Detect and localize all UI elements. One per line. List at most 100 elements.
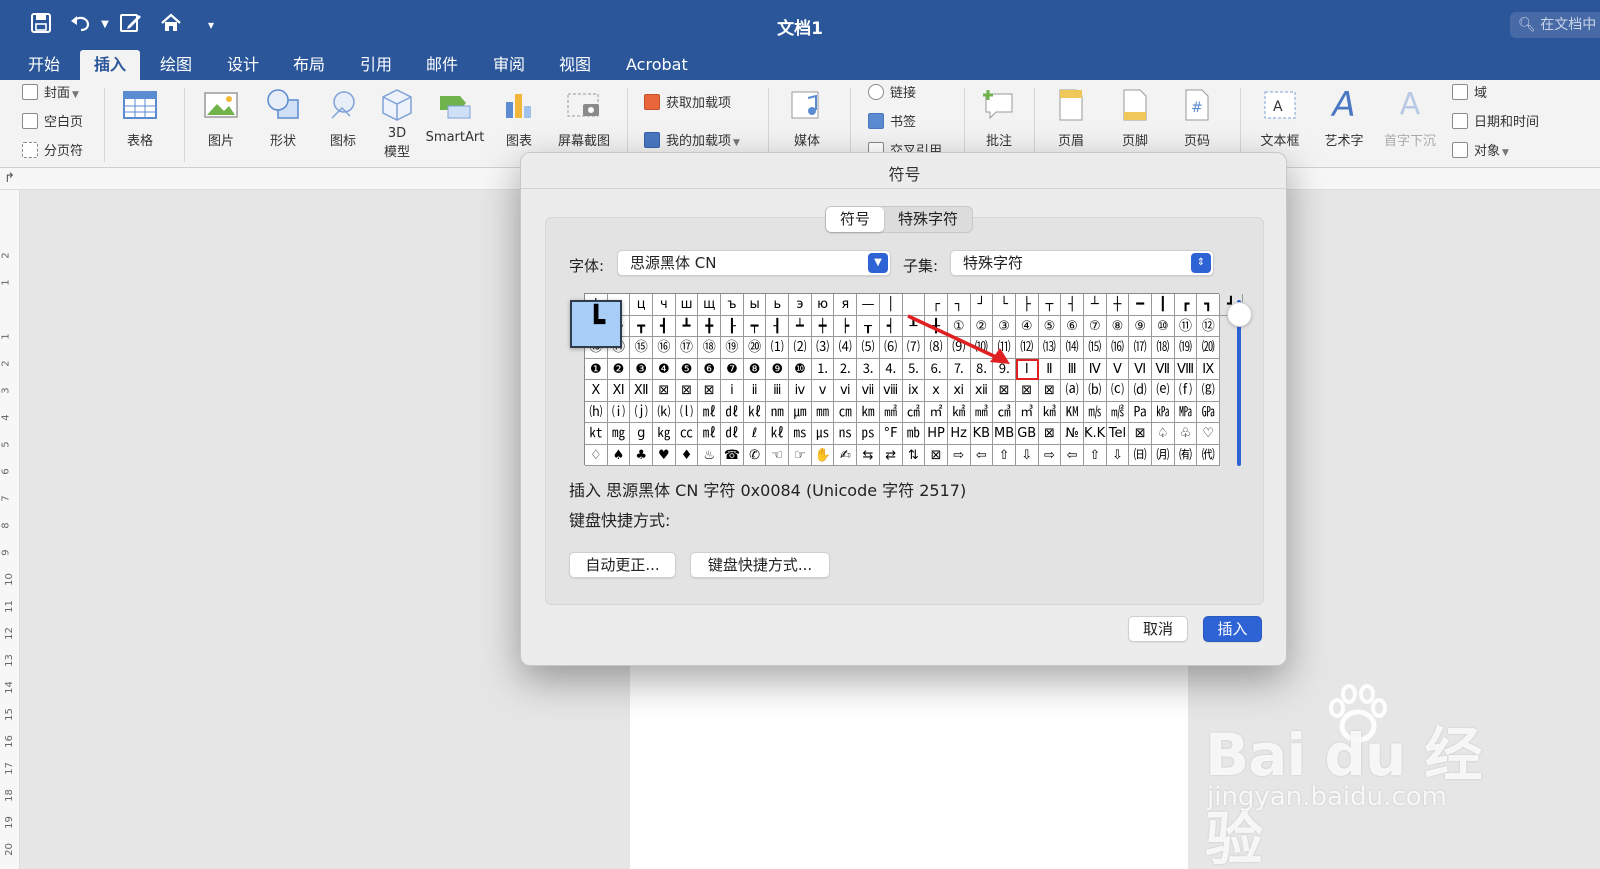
symbol-cell[interactable]: GB	[1015, 423, 1039, 445]
tab-home[interactable]: 开始	[14, 50, 74, 80]
symbol-cell[interactable]: №	[1061, 423, 1084, 445]
symbol-cell[interactable]: ⊠	[1038, 423, 1062, 445]
symbol-cell[interactable]: ⅵ	[834, 380, 858, 402]
symbol-cell[interactable]: ⑯	[653, 337, 676, 359]
symbol-cell[interactable]: ⑷	[834, 337, 858, 359]
symbol-cell[interactable]: ⅺ	[947, 380, 971, 402]
insert-button[interactable]: 插入	[1203, 616, 1262, 642]
symbol-cell[interactable]: ㎗	[721, 401, 744, 423]
symbol-cell[interactable]: ⑫	[1197, 315, 1221, 337]
symbol-cell[interactable]: ⒧	[675, 401, 699, 423]
symbol-cell[interactable]: ♡	[1197, 423, 1221, 445]
symbol-cell[interactable]: ⅹ	[925, 380, 948, 402]
tab-mailings[interactable]: 邮件	[412, 50, 472, 80]
symbol-cell[interactable]: ⒝	[1083, 380, 1107, 402]
symbol-cell[interactable]: ☜	[766, 444, 790, 466]
symbol-cell[interactable]: ⅻ	[970, 380, 994, 402]
symbol-cell[interactable]: ┰	[857, 315, 880, 337]
symbol-cell[interactable]: ㎫	[1174, 401, 1198, 423]
symbol-cell[interactable]: ⇦	[970, 444, 994, 466]
cover-page-button[interactable]: 封面 ▼	[22, 84, 79, 104]
symbol-cell[interactable]: ⑮	[630, 337, 654, 359]
symbol-cell[interactable]: щ	[698, 294, 722, 316]
symbol-cell[interactable]: ㎚	[766, 401, 790, 423]
symbol-cell[interactable]: ❿	[789, 358, 812, 380]
symbol-cell[interactable]: Ⅲ	[1061, 358, 1084, 380]
symbol-cell[interactable]: ⊠	[925, 444, 948, 466]
comment-button[interactable]: 批注	[974, 86, 1024, 149]
symbol-cell[interactable]: ┤	[1061, 294, 1084, 316]
symbol-cell[interactable]: ⅳ	[789, 380, 812, 402]
symbol-cell[interactable]: ℓ	[743, 423, 767, 445]
symbol-cell[interactable]: ⇧	[1083, 444, 1107, 466]
symbol-cell[interactable]: ⑰	[675, 337, 699, 359]
symbol-cell[interactable]: ㎎	[607, 423, 631, 445]
symbol-cell[interactable]: ㎝	[834, 401, 858, 423]
symbol-cell[interactable]: ⒇	[1197, 337, 1221, 359]
symbol-cell[interactable]: ⇨	[947, 444, 971, 466]
symbol-cell[interactable]: ㏏	[585, 423, 608, 445]
symbol-cell[interactable]: ч	[653, 294, 676, 316]
wordart-button[interactable]: A 艺术字	[1318, 86, 1370, 149]
symbol-cell[interactable]: ┬	[1038, 294, 1062, 316]
symbol-cell[interactable]: ⅲ	[766, 380, 790, 402]
page-number-button[interactable]: # 页码	[1172, 86, 1222, 149]
symbol-cell[interactable]: ⇨	[1038, 444, 1062, 466]
bookmark-button[interactable]: 书签	[868, 113, 916, 133]
symbol-cell[interactable]: ㎲	[811, 423, 835, 445]
link-button[interactable]: 链接	[868, 84, 916, 104]
symbol-cell[interactable]: ⒠	[1152, 380, 1175, 402]
symbol-cell[interactable]: ┫	[653, 315, 676, 337]
symbol-cell[interactable]: ㎢	[947, 401, 971, 423]
symbol-cell[interactable]: ⅷ	[879, 380, 903, 402]
symbol-cell[interactable]: KB	[970, 423, 994, 445]
symbol-cell[interactable]: ⑨	[1129, 315, 1152, 337]
3d-models-button[interactable]: 3D 模型	[374, 86, 420, 160]
symbol-cell[interactable]: Ⅺ	[607, 380, 631, 402]
symbol-cell[interactable]: ㎦	[1038, 401, 1062, 423]
shapes-button[interactable]: 形状	[258, 86, 308, 149]
symbol-cell[interactable]: ⊠	[653, 380, 676, 402]
symbol-cell[interactable]: ⑱	[698, 337, 722, 359]
page-break-button[interactable]: 分页符	[22, 142, 83, 162]
symbol-cell[interactable]: ┯	[743, 315, 767, 337]
textbox-button[interactable]: A 文本框	[1254, 86, 1306, 149]
symbol-cell[interactable]: ㎗	[721, 423, 744, 445]
symbol-cell[interactable]: ⒡	[1174, 380, 1198, 402]
symbol-cell[interactable]: g	[630, 423, 654, 445]
symbol-cell[interactable]: ㎏	[653, 423, 676, 445]
symbol-cell[interactable]: ┃	[1152, 294, 1175, 316]
symbol-cell[interactable]: ⒥	[630, 401, 654, 423]
symbol-cell[interactable]: ⊠	[1038, 380, 1062, 402]
tab-review[interactable]: 审阅	[479, 50, 539, 80]
symbol-cell[interactable]: ⊠	[675, 380, 699, 402]
symbol-cell[interactable]: ㈪	[1152, 444, 1175, 466]
blank-page-button[interactable]: 空白页	[22, 113, 83, 133]
chart-button[interactable]: 图表	[494, 86, 544, 149]
symbol-cell[interactable]: ⒁	[1061, 337, 1084, 359]
document-page[interactable]	[630, 650, 1188, 869]
symbol-cell[interactable]: ✆	[743, 444, 767, 466]
object-button[interactable]: 对象 ▼	[1452, 142, 1509, 162]
symbol-cell[interactable]: ⑤	[1038, 315, 1062, 337]
symbol-cell[interactable]: ┳	[630, 315, 654, 337]
symbol-cell[interactable]: ⅸ	[902, 380, 926, 402]
media-button[interactable]: 媒体	[782, 86, 832, 149]
symbol-cell[interactable]: ⑦	[1083, 315, 1107, 337]
symbol-cell[interactable]: ⑩	[1152, 315, 1175, 337]
shortcut-key-button[interactable]: 键盘快捷方式...	[690, 552, 830, 578]
symbol-cell[interactable]: ⇩	[1106, 444, 1130, 466]
symbol-cell[interactable]: ㎛	[789, 401, 812, 423]
symbol-cell[interactable]: ┝	[834, 315, 858, 337]
symbol-cell[interactable]: ю	[811, 294, 835, 316]
date-time-button[interactable]: 日期和时间	[1452, 113, 1539, 133]
symbol-cell[interactable]: ⇄	[879, 444, 903, 466]
symbol-cell[interactable]: ㎖	[698, 401, 722, 423]
symbol-cell[interactable]: ⑶	[811, 337, 835, 359]
symbol-cell[interactable]: Ⅸ	[1197, 358, 1221, 380]
symbol-cell[interactable]: ㎱	[834, 423, 858, 445]
symbol-cell[interactable]: ㎤	[993, 401, 1016, 423]
symbol-cell[interactable]: ⇅	[902, 444, 926, 466]
symbol-cell[interactable]: MB	[993, 423, 1016, 445]
symbol-cell[interactable]: ⇩	[1015, 444, 1039, 466]
